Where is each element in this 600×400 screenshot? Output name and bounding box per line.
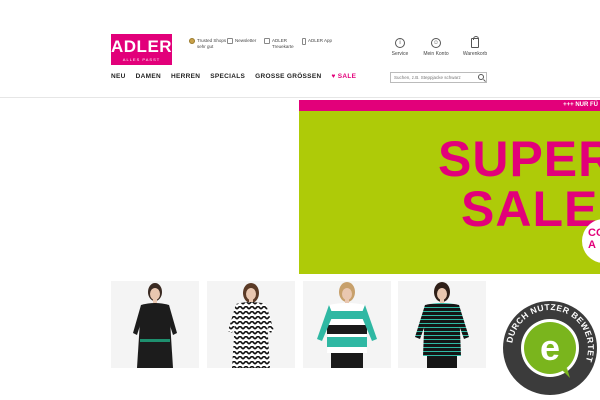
logo-claim: ALLES PASST xyxy=(122,57,161,62)
usp-loyalty-card[interactable]: ADLER Treuekarte xyxy=(264,38,294,49)
search-icon[interactable] xyxy=(478,74,484,80)
nav-item-damen[interactable]: DAMEN xyxy=(136,73,161,80)
usp-app[interactable]: ADLER App xyxy=(302,38,332,45)
user-icon: ☺ xyxy=(431,38,441,48)
main-navigation: NEU DAMEN HERREN SPECIALS GROSSE GRÖSSEN… xyxy=(111,73,356,80)
nav-item-grosse-groessen[interactable]: GROSSE GRÖSSEN xyxy=(255,73,321,80)
account-label: Mein Konto xyxy=(423,51,449,57)
usp-text: Trusted Shops sehr gut xyxy=(197,38,226,49)
usp-text: ADLER Treuekarte xyxy=(272,38,294,49)
rating-badge[interactable]: DURCH NUTZER BEWERTET e xyxy=(500,298,600,398)
service-link[interactable]: i Service xyxy=(380,38,420,57)
card-icon xyxy=(264,38,270,44)
product-tile[interactable] xyxy=(111,281,199,368)
product-tile[interactable] xyxy=(303,281,391,368)
usp-line: ADLER App xyxy=(308,38,333,43)
zigzag-dress-image xyxy=(207,281,295,368)
headline-sale: SALE xyxy=(461,181,599,237)
info-icon: i xyxy=(395,38,405,48)
bubble-line: A xyxy=(588,239,596,251)
adler-logo[interactable]: ADLER ALLES PASST xyxy=(111,34,172,65)
bubble-line: CO xyxy=(588,227,600,239)
nav-item-specials[interactable]: SPECIALS xyxy=(210,73,245,80)
nav-item-sale[interactable]: ♥ SALE xyxy=(331,73,356,80)
trusted-shops-seal-icon xyxy=(189,38,195,44)
logo-brand-name: ADLER xyxy=(111,37,173,56)
headline-super: SUPER xyxy=(438,131,600,187)
badge-letter: e xyxy=(540,327,560,368)
site-header: ADLER ALLES PASST Trusted Shops sehr gut … xyxy=(0,0,600,98)
usp-line: Treuekarte xyxy=(272,43,294,49)
usp-line: ADLER xyxy=(272,38,288,43)
teal-striped-sweater-image xyxy=(303,281,391,368)
phone-icon xyxy=(302,38,306,45)
product-tile[interactable] xyxy=(207,281,295,368)
usp-line: Newsletter xyxy=(235,38,257,43)
product-tile[interactable] xyxy=(398,281,486,368)
account-link[interactable]: ☺ Mein Konto xyxy=(416,38,456,57)
search-input[interactable]: Suchen, z.B. Steppjacke schwarz xyxy=(390,72,487,83)
shopping-bag-icon xyxy=(471,36,479,48)
usp-line: sehr gut xyxy=(197,43,214,49)
user-rated-seal-icon: DURCH NUTZER BEWERTET e xyxy=(501,299,599,397)
cart-label: Warenkorb xyxy=(462,51,488,57)
cart-link[interactable]: Warenkorb xyxy=(455,36,495,57)
nav-item-herren[interactable]: HERREN xyxy=(171,73,200,80)
search-placeholder: Suchen, z.B. Steppjacke schwarz xyxy=(394,75,461,80)
nav-item-neu[interactable]: NEU xyxy=(111,73,126,80)
usp-line: Trusted Shops xyxy=(197,38,227,43)
promo-stripe: +++ NUR FÜ xyxy=(299,100,600,111)
super-sale-banner[interactable]: +++ NUR FÜ SUPER SALE CO A xyxy=(299,100,600,274)
black-knit-dress-image xyxy=(111,281,199,368)
usp-trusted-shops[interactable]: Trusted Shops sehr gut xyxy=(189,38,226,49)
newsletter-icon xyxy=(227,38,233,44)
pinstripe-sweater-image xyxy=(398,281,486,368)
service-label: Service xyxy=(391,51,409,57)
usp-newsletter[interactable]: Newsletter xyxy=(227,38,256,44)
